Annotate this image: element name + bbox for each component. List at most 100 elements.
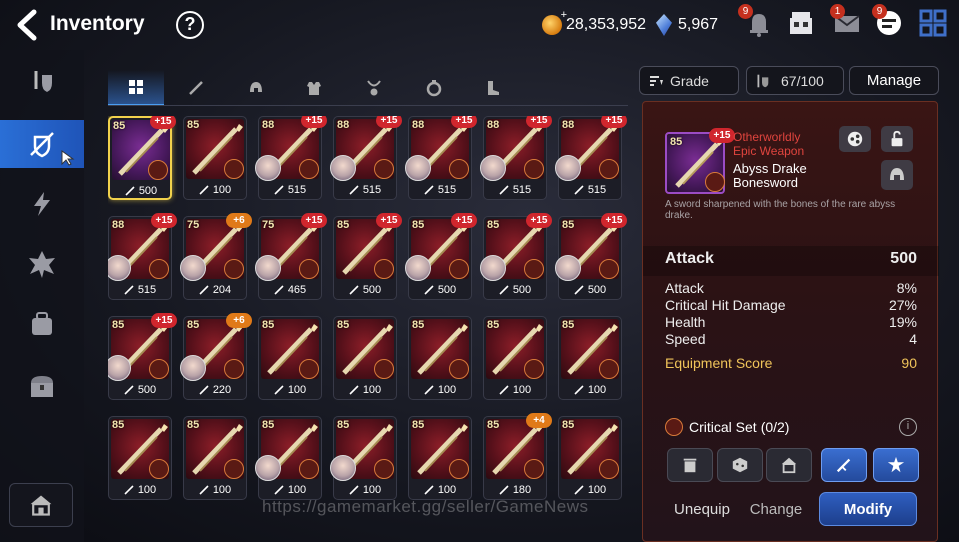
sword-small-icon	[499, 185, 509, 195]
sword-small-icon	[574, 485, 584, 495]
enhance-button[interactable]	[873, 448, 919, 482]
sort-grade-button[interactable]: Grade	[639, 66, 739, 95]
detail-item-thumbnail: 85 +15	[665, 128, 735, 194]
tab-helmet[interactable]	[228, 70, 284, 106]
sidebar-item-unequipped[interactable]	[0, 120, 84, 168]
set-icon	[449, 259, 469, 279]
set-icon	[449, 459, 469, 479]
lightning-icon	[34, 192, 50, 216]
inventory-item[interactable]: 85 +15 500	[333, 213, 402, 300]
main-stat-value: 500	[890, 250, 917, 267]
store-button[interactable]	[766, 448, 812, 482]
unequip-button[interactable]: Unequip	[667, 492, 737, 526]
inventory-item[interactable]: 85 100	[558, 416, 622, 500]
equipment-score: Equipment Score 90	[665, 355, 917, 371]
inventory-item[interactable]: 85 100	[558, 316, 622, 400]
lock-button[interactable]	[881, 126, 913, 152]
sidebar-item-materials[interactable]	[0, 300, 84, 348]
tab-all[interactable]	[108, 70, 164, 106]
sell-button[interactable]	[667, 448, 713, 482]
enhance-badge: +15	[150, 116, 176, 129]
inventory-item[interactable]: 85 100	[183, 116, 247, 200]
modify-button[interactable]: Modify	[819, 492, 917, 526]
change-button[interactable]: Change	[743, 492, 809, 526]
extract-button[interactable]	[717, 448, 763, 482]
item-level: 85	[487, 319, 500, 331]
inventory-item[interactable]: 85 +15 500	[108, 116, 176, 200]
back-arrow-icon[interactable]	[12, 8, 42, 42]
bell-icon[interactable]: 9	[738, 4, 774, 38]
info-icon[interactable]: i	[899, 418, 917, 436]
tab-ring[interactable]	[406, 70, 462, 106]
set-icon	[374, 459, 394, 479]
tab-weapon[interactable]	[168, 70, 224, 106]
tab-necklace[interactable]	[346, 70, 402, 106]
inventory-item[interactable]: 85 +6 220	[180, 313, 252, 400]
inventory-item[interactable]: 85 100	[483, 316, 547, 400]
inventory-item[interactable]: 85 100	[255, 416, 322, 500]
inventory-item[interactable]: 88 +15 515	[555, 116, 627, 200]
chat-icon[interactable]: 9	[872, 4, 904, 38]
inventory-item[interactable]: 85 100	[333, 316, 397, 400]
inventory-item[interactable]: 85 +15 500	[405, 213, 477, 300]
reforge-button[interactable]	[821, 448, 867, 482]
inventory-item[interactable]: 88 +15 515	[405, 116, 477, 200]
shop-icon[interactable]	[786, 8, 816, 38]
set-icon	[599, 259, 619, 279]
inventory-item[interactable]: 85 100	[408, 316, 472, 400]
hero-equip-button[interactable]	[881, 160, 913, 190]
detail-item-level: 85	[670, 136, 683, 148]
sidebar-item-equipment[interactable]	[0, 56, 84, 104]
inventory-item[interactable]: 88 +15 515	[480, 116, 552, 200]
sidebar-item-storage[interactable]	[0, 362, 84, 410]
sword-small-icon	[124, 485, 134, 495]
hero-avatar	[480, 255, 506, 281]
unlock-icon	[891, 130, 903, 147]
inventory-item[interactable]: 85 100	[330, 416, 397, 500]
inventory-item[interactable]: 85 +15 500	[108, 313, 177, 400]
inventory-item[interactable]: 88 +15 515	[108, 213, 177, 300]
dice-icon	[732, 457, 748, 473]
manage-button[interactable]: Manage	[849, 66, 939, 95]
set-count: (0/2)	[760, 419, 790, 435]
inventory-item[interactable]: 85 100	[108, 416, 172, 500]
inventory-item[interactable]: 75 +15 465	[255, 213, 327, 300]
inventory-item[interactable]: 85 100	[258, 316, 322, 400]
item-score: 465	[259, 281, 321, 299]
enhance-badge: +15	[301, 116, 327, 128]
inventory-item[interactable]: 85 100	[408, 416, 472, 500]
item-name: Abyss Drake Bonesword	[733, 162, 807, 190]
share-button[interactable]	[839, 126, 871, 152]
inventory-item[interactable]: 88 +15 515	[255, 116, 327, 200]
item-score: 100	[184, 181, 246, 199]
enhance-badge: +15	[301, 213, 327, 228]
inventory-item[interactable]: 85 +15 500	[480, 213, 552, 300]
inventory-item[interactable]: 88 +15 515	[330, 116, 402, 200]
inventory-item[interactable]: 85 +15 500	[555, 213, 627, 300]
sidebar-item-artifacts[interactable]	[0, 240, 84, 288]
mail-icon[interactable]: 1	[830, 4, 862, 38]
equipment-score-value: 90	[901, 355, 917, 371]
item-level: 85	[187, 319, 200, 331]
shield-sword-icon	[34, 71, 52, 92]
sidebar-item-enhance[interactable]	[0, 180, 84, 228]
item-level: 85	[337, 419, 350, 431]
set-icon	[374, 259, 394, 279]
help-button[interactable]: ?	[176, 11, 204, 39]
storage-button[interactable]	[9, 483, 73, 527]
tab-armor[interactable]	[286, 70, 342, 106]
inventory-item[interactable]: 85 +4 180	[483, 413, 552, 500]
item-level: 85	[412, 319, 425, 331]
sword-icon	[189, 81, 203, 95]
set-icon	[224, 359, 244, 379]
item-score: 204	[184, 281, 246, 299]
substat-value: 8%	[896, 280, 917, 296]
item-level: 85	[562, 219, 575, 231]
tab-boots[interactable]	[464, 70, 520, 106]
item-level: 85	[487, 219, 500, 231]
inventory-item[interactable]: 75 +6 204	[180, 213, 252, 300]
inventory-item[interactable]: 85 100	[183, 416, 247, 500]
capacity-display[interactable]: 67/100	[746, 66, 844, 95]
item-description: A sword sharpened with the bones of the …	[665, 199, 896, 221]
menu-grid-icon[interactable]	[918, 8, 948, 38]
